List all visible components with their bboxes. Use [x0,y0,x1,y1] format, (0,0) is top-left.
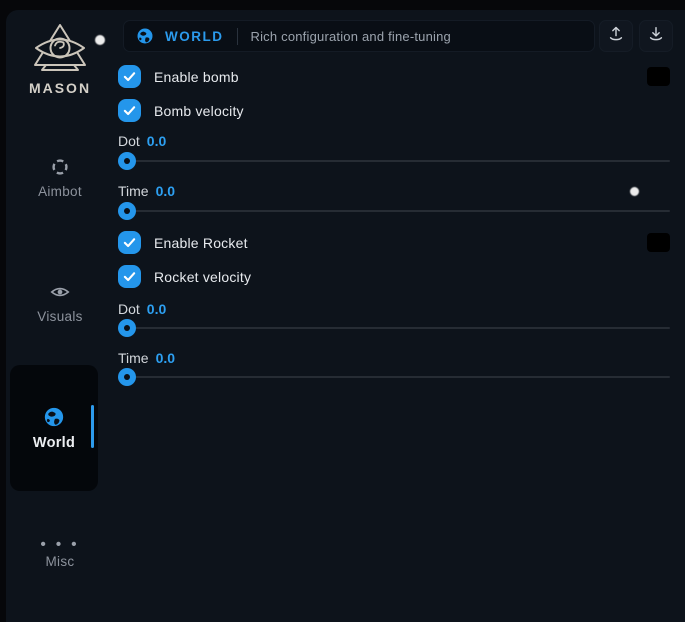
slider-thumb[interactable] [118,152,136,170]
slider-label-row: Dot 0.0 [118,301,166,317]
slider-track[interactable] [118,327,670,329]
slider-value: 0.0 [147,301,166,317]
slider-track[interactable] [118,376,670,378]
checkbox-label: Enable Rocket [154,235,248,251]
keybind-button[interactable] [647,67,670,86]
slider-thumb[interactable] [118,202,136,220]
checkbox-row: Enable bomb [118,65,670,88]
slider-thumb[interactable] [118,368,136,386]
checkbox-row: Enable Rocket [118,231,670,254]
logo-text: MASON [6,80,114,96]
globe-icon [136,27,154,45]
keybind-button[interactable] [647,233,670,252]
slider-track[interactable] [118,210,670,212]
globe-icon [43,406,65,428]
slider-time-2[interactable] [118,368,670,386]
page-header-bar: WORLD Rich configuration and fine-tuning [123,20,595,52]
slider-name: Dot [118,301,140,317]
sidebar-item-misc[interactable]: • • • Misc [6,538,114,569]
checkbox-label: Bomb velocity [154,103,244,119]
checkbox-row: Rocket velocity [118,265,670,288]
slider-thumb[interactable] [118,319,136,337]
checkbox-row: Bomb velocity [118,99,670,122]
app-window: MASON Aimbot Visuals [6,10,685,622]
slider-dot-2[interactable] [118,319,670,337]
checkbox-enable-bomb[interactable] [118,65,141,88]
sidebar: MASON Aimbot Visuals [6,10,114,622]
checkbox-bomb-velocity[interactable] [118,99,141,122]
sidebar-item-visuals[interactable]: Visuals [6,281,114,324]
upload-config-button[interactable] [599,20,633,52]
cursor-dot [95,35,105,45]
cursor-dot [630,187,639,196]
checkbox-label: Enable bomb [154,69,239,85]
slider-label-row: Dot 0.0 [118,133,166,149]
slider-label-row: Time 0.0 [118,350,175,366]
ellipsis-icon: • • • [6,538,114,554]
sidebar-item-world-selected[interactable]: World [10,365,98,491]
slider-name: Dot [118,133,140,149]
download-icon [646,24,666,49]
slider-value: 0.0 [147,133,166,149]
app-logo: MASON [6,22,114,96]
checkbox-enable-rocket[interactable] [118,231,141,254]
sidebar-item-label: World [10,435,98,451]
slider-value: 0.0 [156,183,175,199]
slider-label-row: Time 0.0 [118,183,175,199]
upload-icon [606,24,626,49]
crosshair-icon [49,156,71,178]
selected-indicator-bar [91,405,95,448]
slider-name: Time [118,350,149,366]
slider-dot-1[interactable] [118,152,670,170]
check-icon [121,102,138,119]
sidebar-item-label: Visuals [6,309,114,324]
slider-value: 0.0 [156,350,175,366]
header-divider [237,28,238,45]
sidebar-item-label: Aimbot [6,184,114,199]
page-title: WORLD [165,29,224,44]
download-config-button[interactable] [639,20,673,52]
checkbox-rocket-velocity[interactable] [118,265,141,288]
check-icon [121,234,138,251]
check-icon [121,68,138,85]
check-icon [121,268,138,285]
screen: MASON Aimbot Visuals [0,0,685,622]
eye-icon [49,281,71,303]
slider-track[interactable] [118,160,670,162]
page-subtitle: Rich configuration and fine-tuning [251,29,451,44]
sidebar-item-aimbot[interactable]: Aimbot [6,156,114,199]
sidebar-item-label: Misc [6,554,114,569]
slider-time-1[interactable] [118,202,670,220]
checkbox-label: Rocket velocity [154,269,251,285]
masonic-eye-logo-icon [6,22,114,76]
slider-name: Time [118,183,149,199]
